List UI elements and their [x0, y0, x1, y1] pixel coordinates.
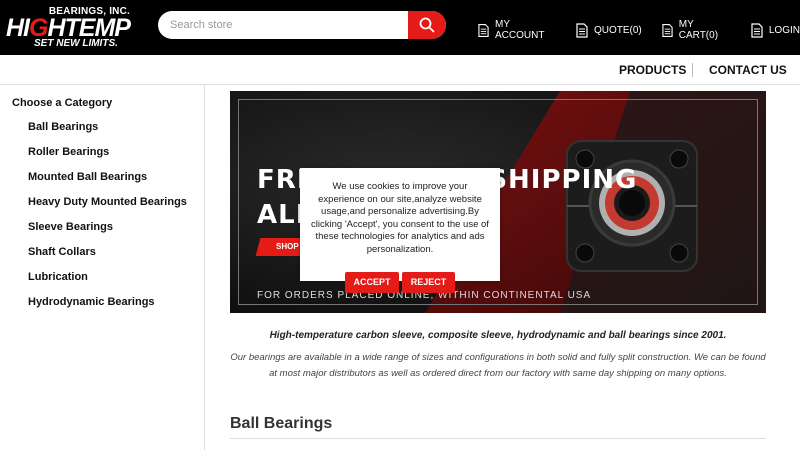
intro-description: Our bearings are available in a wide ran…	[230, 352, 766, 379]
category-item-sleeve-bearings[interactable]: Sleeve Bearings	[28, 222, 187, 247]
category-item-lubrication[interactable]: Lubrication	[28, 272, 187, 297]
document-icon	[478, 23, 489, 37]
cookie-accept-button[interactable]: ACCEPT	[345, 272, 399, 293]
my-account-link[interactable]: MY ACCOUNT	[478, 19, 556, 41]
category-list: Ball Bearings Roller Bearings Mounted Ba…	[28, 122, 187, 322]
category-item-roller-bearings[interactable]: Roller Bearings	[28, 147, 187, 172]
cookie-message: We use cookies to improve your experienc…	[311, 181, 489, 255]
my-cart-label: MY CART(0)	[678, 19, 719, 41]
search-input[interactable]	[158, 11, 408, 39]
nav-divider	[692, 63, 693, 77]
search-button[interactable]	[408, 11, 446, 39]
search-icon	[419, 17, 435, 33]
intro-tagline: High-temperature carbon sleeve, composit…	[269, 330, 727, 341]
hightemp-logo[interactable]: BEARINGS, INC. HIGHTEMP SET NEW LIMITS.	[6, 6, 134, 50]
category-item-heavy-duty-mounted-bearings[interactable]: Heavy Duty Mounted Bearings	[28, 197, 187, 222]
category-item-hydrodynamic-bearings[interactable]: Hydrodynamic Bearings	[28, 297, 187, 322]
category-item-ball-bearings[interactable]: Ball Bearings	[28, 122, 187, 147]
category-item-mounted-ball-bearings[interactable]: Mounted Ball Bearings	[28, 172, 187, 197]
quote-link[interactable]: QUOTE(0)	[576, 22, 642, 38]
login-link[interactable]: LOGIN	[751, 22, 800, 38]
category-sidebar: Choose a Category Ball Bearings Roller B…	[0, 85, 205, 450]
my-account-label: MY ACCOUNT	[495, 19, 545, 41]
account-links: MY ACCOUNT QUOTE(0) MY CART(0) LOGIN	[478, 19, 800, 41]
document-icon	[751, 22, 763, 38]
login-label: LOGIN	[768, 24, 800, 36]
cookie-consent-dialog: We use cookies to improve your experienc…	[300, 168, 500, 281]
main-nav: PRODUCTS CONTACT US	[0, 55, 800, 85]
my-cart-link[interactable]: MY CART(0)	[662, 19, 731, 41]
quote-label: QUOTE(0)	[593, 24, 642, 36]
document-icon	[576, 22, 588, 38]
sidebar-title: Choose a Category	[12, 97, 113, 109]
section-divider	[230, 438, 766, 439]
document-icon	[662, 23, 673, 37]
section-heading: Ball Bearings	[230, 415, 333, 432]
nav-products[interactable]: PRODUCTS	[619, 63, 686, 77]
category-item-shaft-collars[interactable]: Shaft Collars	[28, 247, 187, 272]
nav-contact-us[interactable]: CONTACT US	[709, 63, 787, 77]
cookie-reject-button[interactable]: REJECT	[402, 272, 455, 293]
header-bar: BEARINGS, INC. HIGHTEMP SET NEW LIMITS. …	[0, 0, 800, 55]
search-box	[158, 11, 446, 39]
logo-tagline: SET NEW LIMITS.	[34, 38, 118, 49]
